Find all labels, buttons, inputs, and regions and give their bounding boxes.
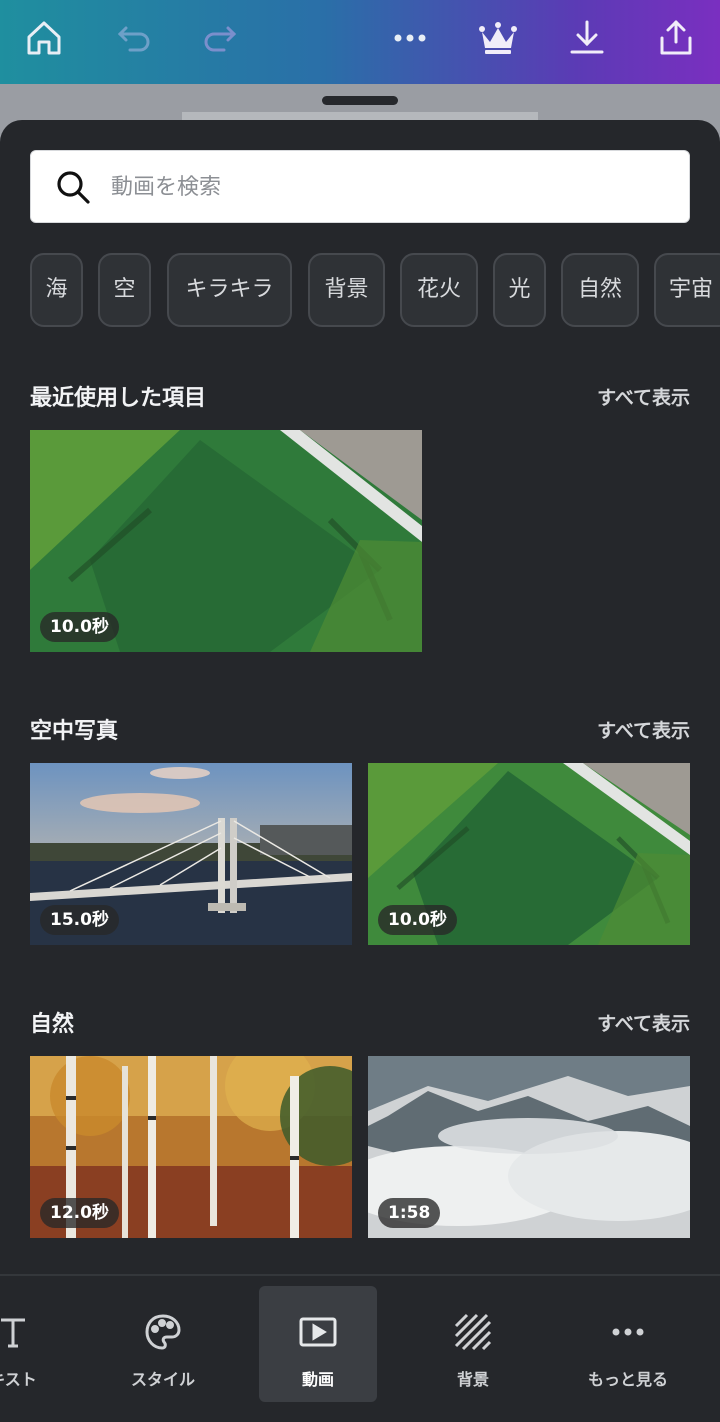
search-icon — [57, 171, 90, 204]
video-thumbnail[interactable]: 12.0秒 — [30, 1056, 352, 1238]
background-icon — [414, 1312, 532, 1352]
duration-badge: 10.0秒 — [378, 905, 457, 935]
more-icon — [569, 1312, 687, 1352]
chip-sora[interactable]: 空 — [98, 253, 151, 327]
chip-kirakira[interactable]: キラキラ — [167, 253, 292, 327]
nav-more[interactable]: もっと見る — [569, 1286, 687, 1402]
duration-badge: 10.0秒 — [40, 612, 119, 642]
video-thumbnail[interactable]: 10.0秒 — [30, 430, 422, 652]
chip-hanabi[interactable]: 花火 — [400, 253, 478, 327]
section-title-nature: 自然 — [30, 1012, 75, 1037]
video-thumbnail[interactable]: 10.0秒 — [368, 763, 690, 945]
duration-badge: 1:58 — [378, 1198, 441, 1228]
search-bar[interactable] — [30, 150, 690, 223]
more-icon[interactable] — [382, 14, 438, 62]
video-panel: 海 空 キラキラ 背景 花火 光 自然 宇宙 最近使用した項目 すべて表示 10… — [0, 120, 720, 1422]
text-icon — [0, 1312, 72, 1352]
sheet-drag-handle[interactable] — [322, 96, 398, 105]
duration-badge: 15.0秒 — [40, 905, 119, 935]
section-title-recent: 最近使用した項目 — [30, 386, 207, 411]
nav-video[interactable]: 動画 — [259, 1286, 377, 1402]
nav-label: キスト — [0, 1370, 37, 1389]
section-title-aerial: 空中写真 — [30, 719, 119, 744]
video-icon — [259, 1312, 377, 1352]
see-all-nature-link[interactable]: すべて表示 — [597, 1009, 690, 1036]
chip-haikei[interactable]: 背景 — [308, 253, 385, 327]
nav-label: 動画 — [301, 1370, 334, 1389]
nav-background[interactable]: 背景 — [414, 1286, 532, 1402]
duration-badge: 12.0秒 — [40, 1198, 119, 1228]
video-thumbnail[interactable]: 15.0秒 — [30, 763, 352, 945]
palette-icon — [104, 1312, 222, 1352]
nav-label: もっと見る — [587, 1370, 668, 1389]
nav-label: 背景 — [456, 1370, 489, 1389]
chip-hikari[interactable]: 光 — [493, 253, 546, 327]
keyword-chips: 海 空 キラキラ 背景 花火 光 自然 宇宙 — [30, 253, 720, 327]
redo-icon[interactable] — [192, 14, 248, 62]
search-input[interactable] — [111, 165, 671, 209]
video-thumbnail[interactable]: 1:58 — [368, 1056, 690, 1238]
crown-icon[interactable] — [470, 14, 526, 62]
share-icon[interactable] — [648, 14, 704, 62]
undo-icon[interactable] — [106, 14, 162, 62]
see-all-aerial-link[interactable]: すべて表示 — [597, 716, 690, 743]
top-app-bar — [0, 0, 720, 84]
download-icon[interactable] — [559, 14, 615, 62]
nav-text[interactable]: キスト — [0, 1286, 72, 1402]
chip-umi[interactable]: 海 — [30, 253, 83, 327]
see-all-recent-link[interactable]: すべて表示 — [597, 383, 690, 410]
nav-style[interactable]: スタイル — [104, 1286, 222, 1402]
bottom-toolbar: キスト スタイル 動画 背景 もっと見 — [0, 1274, 720, 1422]
nav-label: スタイル — [130, 1370, 195, 1389]
chip-uchu[interactable]: 宇宙 — [654, 253, 720, 327]
chip-shizen[interactable]: 自然 — [561, 253, 639, 327]
home-icon[interactable] — [16, 14, 72, 62]
